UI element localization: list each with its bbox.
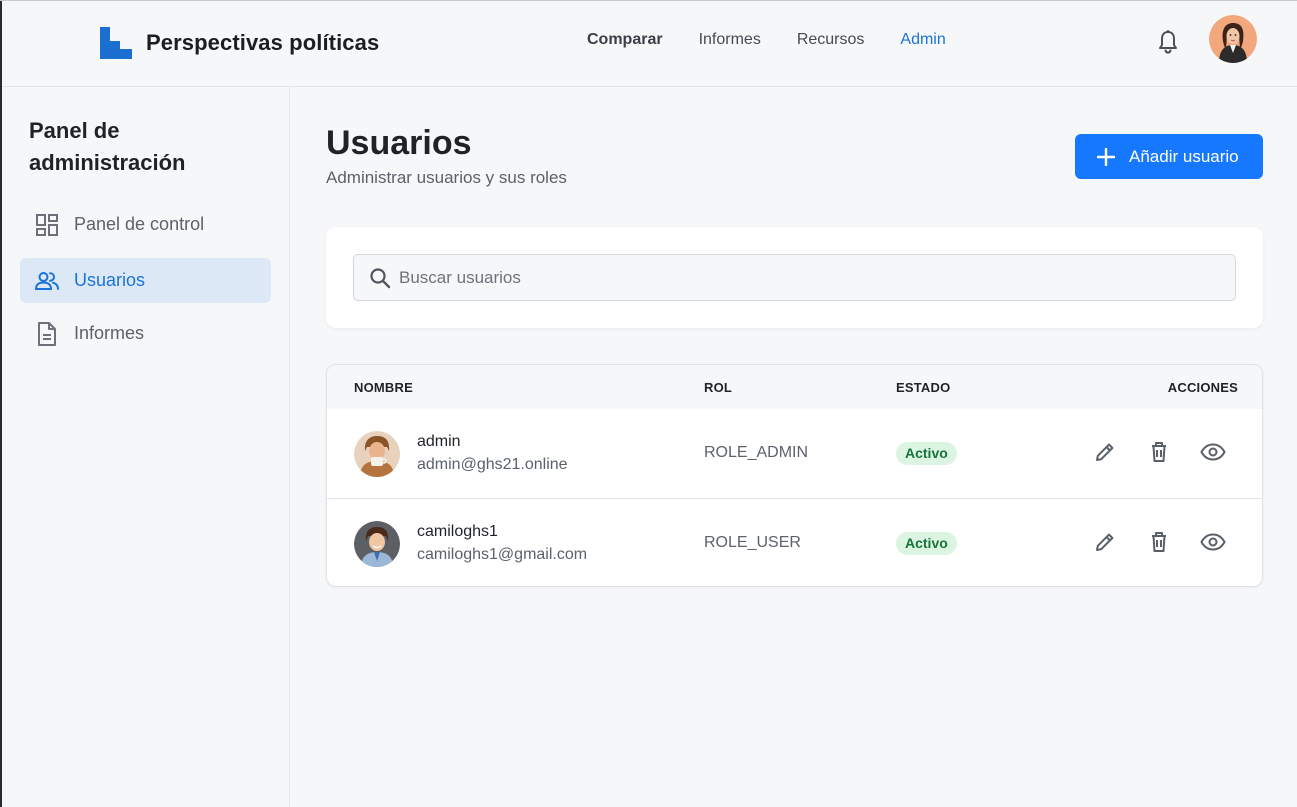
nav-comparar[interactable]: Comparar bbox=[587, 31, 663, 49]
add-user-label: Añadir usuario bbox=[1129, 146, 1239, 166]
table-header: NOMBRE ROL ESTADO ACCIONES bbox=[327, 365, 1262, 409]
user-email: camiloghs1@gmail.com bbox=[417, 546, 588, 563]
search-box[interactable] bbox=[353, 254, 1236, 301]
sidebar-item-panel-de-control[interactable]: Panel de control bbox=[20, 202, 271, 247]
table-row: admin admin@ghs21.online ROLE_ADMIN Acti… bbox=[327, 409, 1262, 498]
delete-icon[interactable] bbox=[1144, 527, 1174, 557]
user-role: ROLE_USER bbox=[704, 534, 801, 551]
brand[interactable]: Perspectivas políticas bbox=[100, 27, 379, 59]
sidebar-item-informes[interactable]: Informes bbox=[20, 311, 271, 356]
users-icon bbox=[34, 268, 60, 294]
view-icon[interactable] bbox=[1198, 437, 1228, 467]
add-user-button[interactable]: Añadir usuario bbox=[1075, 134, 1263, 179]
user-avatar[interactable] bbox=[1209, 15, 1257, 63]
column-header-nombre: NOMBRE bbox=[354, 380, 413, 395]
page-subtitle: Administrar usuarios y sus roles bbox=[326, 168, 567, 187]
sidebar-item-label: Informes bbox=[74, 323, 145, 343]
bell-icon[interactable] bbox=[1156, 29, 1180, 55]
user-avatar bbox=[354, 431, 400, 477]
users-table: NOMBRE ROL ESTADO ACCIONES admin admin@g… bbox=[326, 364, 1263, 587]
user-name: admin bbox=[417, 433, 461, 450]
delete-icon[interactable] bbox=[1144, 437, 1174, 467]
document-icon bbox=[34, 321, 60, 347]
nav-informes[interactable]: Informes bbox=[699, 31, 761, 49]
nav-recursos[interactable]: Recursos bbox=[797, 31, 865, 49]
view-icon[interactable] bbox=[1198, 527, 1228, 557]
sidebar-item-usuarios[interactable]: Usuarios bbox=[20, 258, 271, 303]
sidebar-item-label: Usuarios bbox=[74, 270, 146, 290]
column-header-rol: ROL bbox=[704, 380, 733, 395]
search-icon bbox=[370, 268, 391, 289]
brand-logo-icon bbox=[100, 27, 132, 59]
search-input[interactable] bbox=[399, 255, 1219, 300]
column-header-estado: ESTADO bbox=[896, 380, 951, 395]
table-row: camiloghs1 camiloghs1@gmail.com ROLE_USE… bbox=[327, 498, 1262, 586]
brand-name: Perspectivas políticas bbox=[146, 30, 380, 55]
plus-icon bbox=[1097, 147, 1115, 166]
user-role: ROLE_ADMIN bbox=[704, 444, 809, 461]
user-name: camiloghs1 bbox=[417, 523, 498, 540]
dashboard-icon bbox=[34, 212, 60, 238]
edit-icon[interactable] bbox=[1090, 527, 1120, 557]
status-badge: Activo bbox=[896, 532, 957, 555]
user-avatar bbox=[354, 521, 400, 567]
column-header-acciones: ACCIONES bbox=[1167, 380, 1238, 395]
nav-admin[interactable]: Admin bbox=[900, 31, 945, 49]
edit-icon[interactable] bbox=[1090, 437, 1120, 467]
top-navbar: Perspectivas políticas Comparar Informes… bbox=[2, 1, 1297, 87]
status-badge: Activo bbox=[896, 442, 957, 465]
user-email: admin@ghs21.online bbox=[417, 456, 568, 473]
sidebar-item-label: Panel de control bbox=[74, 214, 205, 234]
page-title: Usuarios bbox=[326, 124, 472, 162]
sidebar-title: Panel de administración bbox=[29, 118, 186, 175]
search-card bbox=[326, 227, 1263, 328]
main-nav: Comparar Informes Recursos Admin bbox=[587, 31, 946, 49]
admin-sidebar: Panel de administración Panel de control bbox=[2, 87, 290, 807]
